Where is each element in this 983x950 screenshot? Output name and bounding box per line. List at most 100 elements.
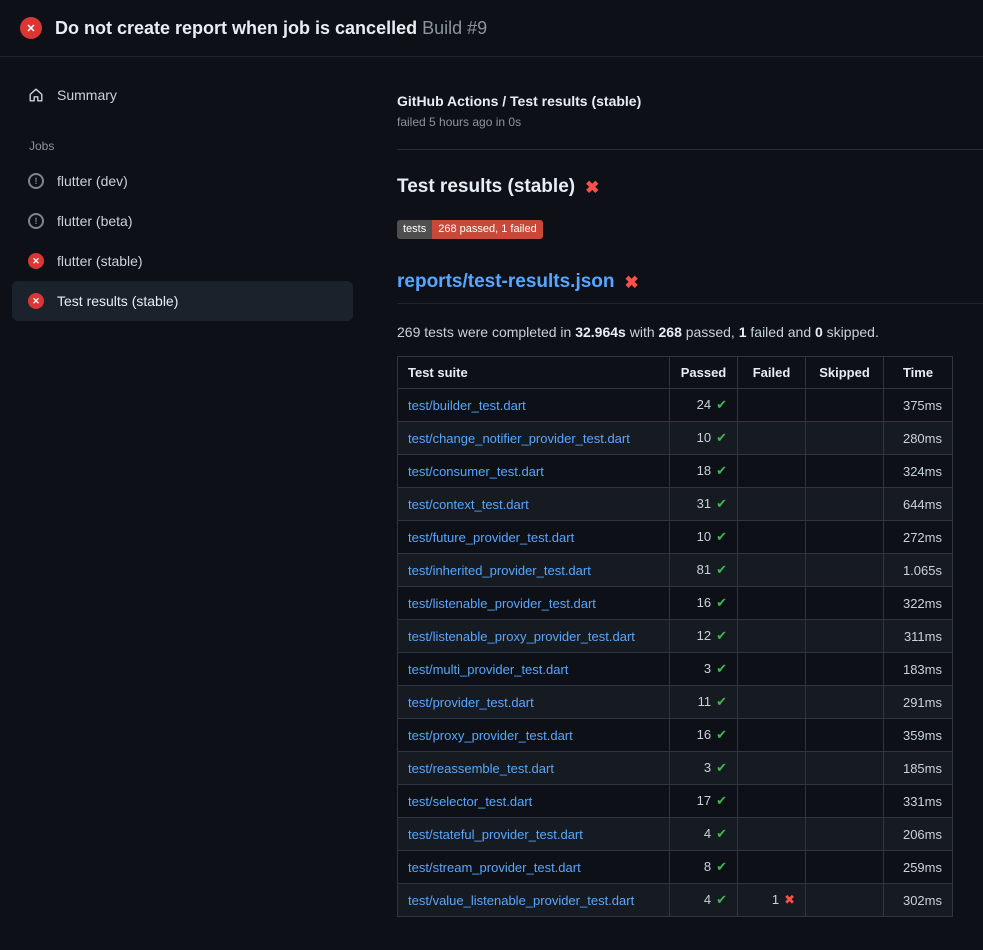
check-icon: ✔ [716, 595, 727, 610]
suite-link[interactable]: test/context_test.dart [408, 497, 529, 512]
suite-link[interactable]: test/inherited_provider_test.dart [408, 563, 591, 578]
check-icon: ✔ [716, 562, 727, 577]
header-time: Time [884, 357, 953, 389]
cross-icon: ✖ [784, 892, 795, 907]
passed-count: 12 [697, 628, 711, 643]
home-icon [28, 87, 44, 103]
table-row: test/listenable_proxy_provider_test.dart… [398, 620, 953, 653]
failed-x-icon: ✖ [585, 179, 599, 196]
failed-cell [738, 818, 806, 851]
report-title: reports/test-results.json ✖ [397, 271, 983, 304]
failed-cell [738, 521, 806, 554]
job-label: flutter (dev) [57, 173, 128, 189]
sidebar-item-summary[interactable]: Summary [12, 75, 353, 115]
report-link[interactable]: reports/test-results.json [397, 271, 615, 293]
failed-cell [738, 488, 806, 521]
table-row: test/stream_provider_test.dart 8✔ 259ms [398, 851, 953, 884]
passed-count: 11 [698, 694, 712, 709]
skipped-cell [806, 620, 884, 653]
skipped-cell [806, 851, 884, 884]
check-icon: ✔ [716, 628, 727, 643]
suite-link[interactable]: test/multi_provider_test.dart [408, 662, 568, 677]
failed-cell [738, 587, 806, 620]
table-header-row: Test suite Passed Failed Skipped Time [398, 357, 953, 389]
section-title: Test results (stable) ✖ [397, 176, 983, 198]
skipped-cell [806, 884, 884, 917]
table-row: test/stateful_provider_test.dart 4✔ 206m… [398, 818, 953, 851]
main-content: GitHub Actions / Test results (stable) f… [365, 57, 983, 917]
suite-link[interactable]: test/value_listenable_provider_test.dart [408, 893, 634, 908]
build-number: Build #9 [422, 18, 487, 38]
suite-link[interactable]: test/future_provider_test.dart [408, 530, 574, 545]
build-title-text: Do not create report when job is cancell… [55, 18, 417, 38]
passed-cell: 81✔ [670, 554, 738, 587]
suite-link[interactable]: test/reassemble_test.dart [408, 761, 554, 776]
page-layout: Summary Jobs ! flutter (dev) ! flutter (… [0, 57, 983, 917]
sidebar-job-item[interactable]: ! flutter (dev) [12, 161, 353, 201]
suite-link[interactable]: test/listenable_proxy_provider_test.dart [408, 629, 635, 644]
passed-cell: 16✔ [670, 719, 738, 752]
time-cell: 1.065s [884, 554, 953, 587]
summary-passed-count: 268 [659, 324, 682, 340]
skipped-cell [806, 521, 884, 554]
tests-badge-label: tests [397, 220, 432, 239]
failed-cell [738, 653, 806, 686]
passed-cell: 3✔ [670, 752, 738, 785]
neutral-status-icon: ! [28, 173, 44, 189]
sidebar-job-item[interactable]: ✕ Test results (stable) [12, 281, 353, 321]
suite-link[interactable]: test/stateful_provider_test.dart [408, 827, 583, 842]
suite-link[interactable]: test/change_notifier_provider_test.dart [408, 431, 630, 446]
suite-link[interactable]: test/provider_test.dart [408, 695, 534, 710]
build-title: Do not create report when job is cancell… [55, 18, 487, 39]
sidebar-job-item[interactable]: ! flutter (beta) [12, 201, 353, 241]
suite-link[interactable]: test/listenable_provider_test.dart [408, 596, 596, 611]
passed-count: 3 [704, 661, 711, 676]
passed-count: 4 [704, 892, 711, 907]
passed-count: 31 [697, 496, 711, 511]
check-icon: ✔ [716, 463, 727, 478]
jobs-list: ! flutter (dev) ! flutter (beta) ✕ flutt… [0, 161, 365, 321]
table-row: test/multi_provider_test.dart 3✔ 183ms [398, 653, 953, 686]
test-summary: 269 tests were completed in 32.964s with… [397, 324, 983, 340]
skipped-cell [806, 785, 884, 818]
passed-count: 4 [704, 826, 711, 841]
suite-link[interactable]: test/selector_test.dart [408, 794, 532, 809]
time-cell: 302ms [884, 884, 953, 917]
passed-cell: 10✔ [670, 422, 738, 455]
check-icon: ✔ [716, 496, 727, 511]
tests-badge-value: 268 passed, 1 failed [432, 220, 542, 239]
table-row: test/inherited_provider_test.dart 81✔ 1.… [398, 554, 953, 587]
suite-link[interactable]: test/consumer_test.dart [408, 464, 544, 479]
suite-link[interactable]: test/stream_provider_test.dart [408, 860, 581, 875]
build-header: ✕ Do not create report when job is cance… [0, 0, 983, 57]
check-icon: ✔ [716, 661, 727, 676]
failed-cell [738, 620, 806, 653]
check-icon: ✔ [716, 826, 727, 841]
check-icon: ✔ [716, 793, 727, 808]
skipped-cell [806, 488, 884, 521]
skipped-cell [806, 455, 884, 488]
sidebar-job-item[interactable]: ✕ flutter (stable) [12, 241, 353, 281]
skipped-cell [806, 554, 884, 587]
suite-link[interactable]: test/builder_test.dart [408, 398, 526, 413]
results-table-body: test/builder_test.dart 24✔ 375ms test/ch… [398, 389, 953, 917]
table-row: test/selector_test.dart 17✔ 331ms [398, 785, 953, 818]
time-cell: 311ms [884, 620, 953, 653]
build-failed-icon: ✕ [20, 17, 42, 39]
table-row: test/listenable_provider_test.dart 16✔ 3… [398, 587, 953, 620]
table-row: test/proxy_provider_test.dart 16✔ 359ms [398, 719, 953, 752]
failed-cell [738, 554, 806, 587]
job-label: Test results (stable) [57, 293, 178, 309]
status-line: failed 5 hours ago in 0s [397, 115, 983, 129]
passed-cell: 16✔ [670, 587, 738, 620]
failed-cell [738, 389, 806, 422]
failed-cell [738, 851, 806, 884]
table-row: test/context_test.dart 31✔ 644ms [398, 488, 953, 521]
failed-count: 1 [772, 892, 779, 907]
time-cell: 280ms [884, 422, 953, 455]
summary-text: 269 tests were completed in [397, 324, 575, 340]
check-icon: ✔ [716, 859, 727, 874]
summary-text: skipped. [823, 324, 879, 340]
failed-cell [738, 752, 806, 785]
suite-link[interactable]: test/proxy_provider_test.dart [408, 728, 573, 743]
